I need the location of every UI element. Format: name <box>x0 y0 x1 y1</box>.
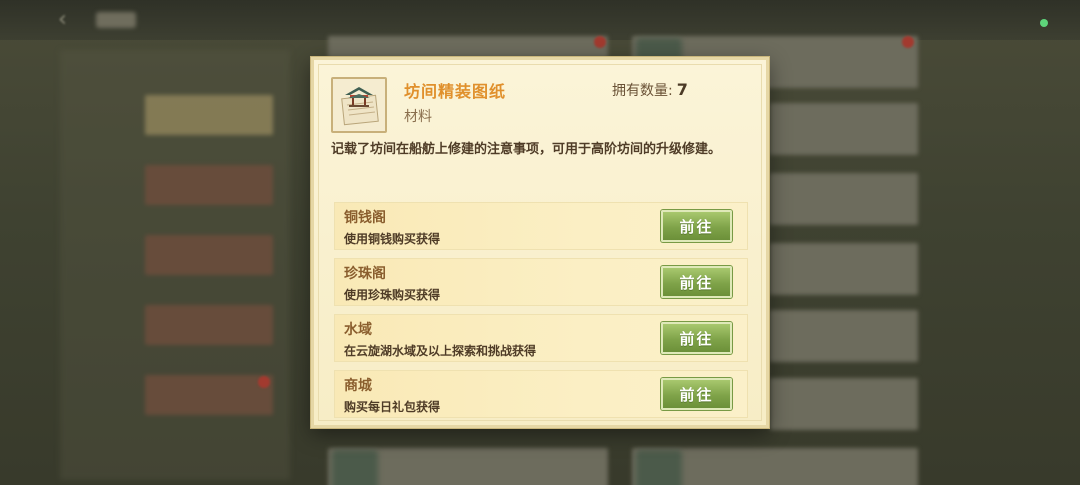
shop-card[interactable] <box>770 310 918 362</box>
go-button[interactable]: 前往 <box>661 378 732 410</box>
shop-card[interactable] <box>770 378 918 430</box>
item-info-dialog: 坊间精装图纸 材料 拥有数量: 7 记载了坊间在船舫上修建的注意事项，可用于高阶坊… <box>311 57 769 428</box>
source-desc: 使用铜钱购买获得 <box>344 232 441 246</box>
item-title: 坊间精装图纸 <box>404 82 507 101</box>
acquire-source-list: 铜钱阁 使用铜钱购买获得 前往 珍珠阁 使用珍珠购买获得 前往 水域 在云旋湖水… <box>334 202 748 426</box>
source-name: 商城 <box>344 378 372 394</box>
source-name: 水域 <box>344 322 372 338</box>
back-arrow-icon[interactable]: ‹ <box>58 8 82 32</box>
shop-item-icon <box>332 450 378 485</box>
top-bar <box>0 0 1080 40</box>
category-tab[interactable] <box>145 305 273 345</box>
source-row-shangcheng: 商城 购买每日礼包获得 前往 <box>334 370 748 418</box>
shop-card[interactable] <box>770 243 918 295</box>
go-button[interactable]: 前往 <box>661 210 732 242</box>
item-count-label: 拥有数量: <box>612 83 673 99</box>
shop-card[interactable] <box>770 173 918 225</box>
category-tab[interactable] <box>145 235 273 275</box>
source-desc: 使用珍珠购买获得 <box>344 288 441 302</box>
go-button[interactable]: 前往 <box>661 266 732 298</box>
notification-badge <box>258 376 270 388</box>
item-category: 材料 <box>404 109 432 125</box>
notification-badge <box>594 36 606 48</box>
category-tab[interactable] <box>145 165 273 205</box>
blueprint-pavilion-icon <box>341 87 379 126</box>
source-desc: 购买每日礼包获得 <box>344 400 441 414</box>
item-thumbnail <box>331 77 387 133</box>
category-tab[interactable] <box>145 95 273 135</box>
source-name: 铜钱阁 <box>344 210 386 226</box>
item-description: 记载了坊间在船舫上修建的注意事项，可用于高阶坊间的升级修建。 <box>331 142 722 157</box>
shop-card[interactable] <box>328 36 608 58</box>
shop-card[interactable] <box>770 103 918 155</box>
shop-item-icon <box>636 450 682 485</box>
page-title-blurred <box>96 12 136 28</box>
source-row-tongqiange: 铜钱阁 使用铜钱购买获得 前往 <box>334 202 748 250</box>
source-name: 珍珠阁 <box>344 266 386 282</box>
source-row-shuiyu: 水域 在云旋湖水域及以上探索和挑战获得 前往 <box>334 314 748 362</box>
notification-badge <box>902 36 914 48</box>
go-button[interactable]: 前往 <box>661 322 732 354</box>
category-tab[interactable] <box>145 375 273 415</box>
status-dot-icon <box>1040 19 1048 27</box>
source-desc: 在云旋湖水域及以上探索和挑战获得 <box>344 344 537 358</box>
item-count: 拥有数量: 7 <box>612 80 688 100</box>
item-count-value: 7 <box>676 80 688 99</box>
source-row-zhenzhuge: 珍珠阁 使用珍珠购买获得 前往 <box>334 258 748 306</box>
